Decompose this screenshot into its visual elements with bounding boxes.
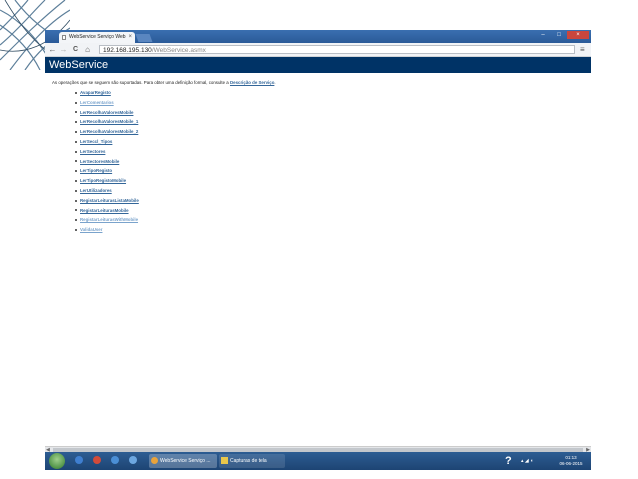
operation-link[interactable]: ValidaUser [80,227,102,232]
start-button[interactable] [49,453,65,469]
home-icon[interactable]: ⌂ [83,44,92,55]
menu-icon[interactable]: ≡ [580,44,588,55]
operation-link[interactable]: AvaparRegisto [80,90,111,95]
url-host: 192.168.195.130 [103,47,152,54]
clock-date: 06-06-2015 [559,461,583,466]
operation-link[interactable]: LerUtilizadores [80,188,112,193]
operation-link[interactable]: RegistarLeiturasMobile [80,208,129,213]
chrome-icon [151,457,158,464]
page-title: WebService [45,57,591,73]
ie-icon[interactable] [75,456,83,464]
operation-item: LerRecolhaValoresMobile [75,108,139,118]
bullet-icon [75,131,77,134]
operation-link[interactable]: LerComentarios [80,100,114,105]
bullet-icon [75,170,77,173]
system-clock[interactable]: 01:13 06-06-2015 [551,455,591,467]
operation-item: LerSeccl_Tipos [75,137,139,147]
bullet-icon [75,111,77,114]
operation-link[interactable]: LerRecolhaValoresMobile_1 [80,119,138,124]
bullet-icon [75,199,77,202]
operation-link[interactable]: LerSectores [80,149,105,154]
bullet-icon [75,140,77,143]
browser-toolbar: ← → C ⌂ 192.168.195.130/WebService.asmx … [45,43,591,57]
operation-item: LerSectores [75,147,139,157]
url-path: /WebService.asmx [151,47,206,54]
bullet-icon [75,180,77,183]
app-icon[interactable] [129,456,137,464]
operation-item: RegistarLeiturasMobile [75,206,139,216]
operation-link[interactable]: LerRecolhaValoresMobile_2 [80,129,138,134]
maximize-button[interactable]: □ [551,31,567,39]
operation-item: LerTipoRegisto [75,166,139,176]
operation-item: AvaparRegisto [75,88,139,98]
tab-title: WebService Serviço Web [69,34,126,40]
operation-link[interactable]: RegistarLeiturasWithMobile [80,217,138,222]
operation-item: LerComentarios [75,98,139,108]
operation-item: LerTipoRegistoMobile [75,176,139,186]
explorer-icon[interactable] [111,456,119,464]
bullet-icon [75,219,77,222]
document-icon [62,35,66,40]
service-description-link[interactable]: Descrição de Serviço [230,80,274,85]
new-tab-button[interactable] [135,34,153,42]
operation-item: RegistarLeiturasListaMobile [75,196,139,206]
operation-item: RegistarLeiturasWithMobile [75,215,139,225]
bullet-icon [75,150,77,153]
operation-item: LerRecolhaValoresMobile_1 [75,117,139,127]
operation-link[interactable]: RegistarLeiturasListaMobile [80,198,139,203]
taskbar-item-label: WebService Serviço ... [160,458,211,464]
tab-close-icon[interactable]: × [128,32,132,43]
operation-link[interactable]: LerSectoresMobile [80,159,119,164]
bullet-icon [75,229,77,231]
intro-period: . [274,80,276,85]
operation-item: LerRecolhaValoresMobile_2 [75,127,139,137]
media-player-icon[interactable] [93,456,101,464]
reload-icon[interactable]: C [71,44,80,55]
taskbar-item-capturas[interactable]: Capturas de tela [219,454,285,468]
taskbar-item-label: Capturas de tela [230,458,267,464]
bullet-icon [75,160,77,163]
intro-sentence: As operações que se seguem são suportada… [52,80,229,85]
bullet-icon [75,91,77,94]
taskbar-item-webservice[interactable]: WebService Serviço ... [149,454,217,468]
forward-arrow-icon[interactable]: → [59,44,68,55]
address-bar[interactable]: 192.168.195.130/WebService.asmx [99,45,575,54]
operation-item: LerUtilizadores [75,186,139,196]
browser-tab-webservice[interactable]: WebService Serviço Web × [59,32,135,43]
bullet-icon [75,121,77,124]
tray-icons[interactable]: ▴ ◢ ◖ [521,452,533,470]
operation-link[interactable]: LerTipoRegisto [80,168,112,173]
intro-text: As operações que se seguem são suportada… [52,80,276,85]
close-window-button[interactable]: × [567,31,589,39]
folder-icon [221,457,228,464]
bullet-icon [75,101,77,104]
minimize-button[interactable]: – [535,31,551,39]
operation-link[interactable]: LerSeccl_Tipos [80,139,112,144]
bullet-icon [75,189,77,192]
operation-link[interactable]: LerTipoRegistoMobile [80,178,126,183]
operation-link[interactable]: LerRecolhaValoresMobile [80,110,133,115]
bullet-icon [75,209,77,212]
browser-window: WebService Serviço Web × – □ × ← → C ⌂ 1… [45,30,591,470]
operations-list: AvaparRegisto LerComentarios LerRecolhaVal… [75,88,139,235]
operation-item: LerSectoresMobile [75,157,139,167]
windows-taskbar: WebService Serviço ... Capturas de tela … [45,452,591,470]
browser-title-bar: WebService Serviço Web × – □ × [45,30,591,43]
back-arrow-icon[interactable]: ← [48,44,57,55]
operation-item: ValidaUser [75,225,139,235]
help-icon[interactable]: ? [505,454,512,468]
